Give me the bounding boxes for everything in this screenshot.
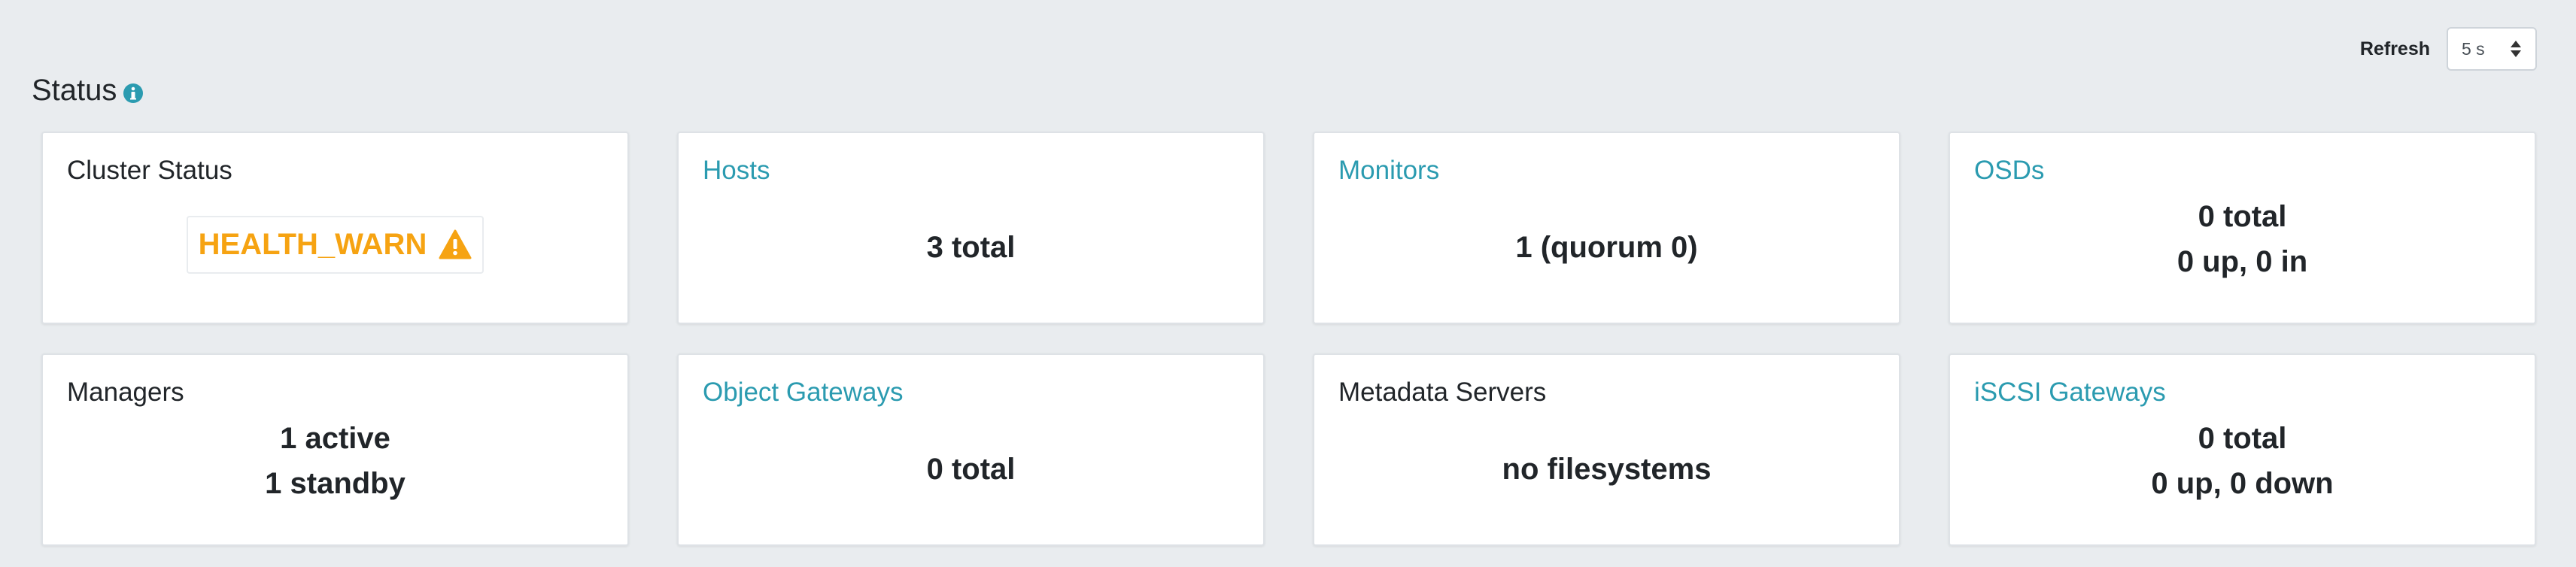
card-body: 3 total	[679, 202, 1263, 323]
card-body: HEALTH_WARN	[43, 202, 627, 323]
iscsi-gateways-up-down: 0 up, 0 down	[2151, 467, 2334, 500]
page-title: Status	[32, 74, 144, 108]
card-title-link[interactable]: Object Gateways	[703, 377, 904, 408]
osds-total: 0 total	[2198, 200, 2287, 233]
monitors-quorum: 1 (quorum 0)	[1515, 231, 1698, 264]
card-osds: OSDs 0 total 0 up, 0 in	[1949, 132, 2536, 324]
info-icon[interactable]	[123, 83, 144, 104]
card-body: 0 total 0 up, 0 down	[1950, 408, 2535, 544]
card-title: Metadata Servers	[1338, 377, 1547, 407]
card-iscsi-gateways: iSCSI Gateways 0 total 0 up, 0 down	[1949, 353, 2536, 546]
card-object-gateways: Object Gateways 0 total	[677, 353, 1265, 546]
health-status-text: HEALTH_WARN	[198, 227, 427, 261]
sort-arrows-icon	[2510, 39, 2522, 59]
refresh-label: Refresh	[2359, 38, 2430, 59]
card-title-link[interactable]: iSCSI Gateways	[1974, 377, 2166, 408]
card-title-link[interactable]: OSDs	[1974, 156, 2044, 186]
warning-icon	[439, 229, 472, 259]
refresh-interval-select[interactable]: 5 s	[2447, 27, 2537, 71]
card-title-link[interactable]: Monitors	[1338, 156, 1439, 186]
card-hosts: Hosts 3 total	[677, 132, 1265, 324]
card-body: 0 total	[679, 424, 1263, 544]
managers-standby: 1 standby	[265, 467, 406, 500]
status-cards-grid: Cluster Status HEALTH_WARN Hosts 3 total…	[41, 132, 2536, 546]
card-title: Cluster Status	[67, 156, 232, 185]
card-body: 1 active 1 standby	[43, 408, 627, 544]
card-body: 0 total 0 up, 0 in	[1950, 186, 2535, 323]
metadata-servers-status: no filesystems	[1502, 453, 1712, 486]
card-metadata-servers: Metadata Servers no filesystems	[1313, 353, 1900, 546]
managers-active: 1 active	[280, 422, 390, 455]
card-title-link[interactable]: Hosts	[703, 156, 770, 186]
card-title: Managers	[67, 377, 184, 407]
osds-up-in: 0 up, 0 in	[2177, 245, 2308, 278]
card-cluster-status: Cluster Status HEALTH_WARN	[41, 132, 629, 324]
refresh-control: Refresh 5 s	[2360, 27, 2537, 71]
card-body: no filesystems	[1314, 424, 1899, 544]
card-body: 1 (quorum 0)	[1314, 202, 1899, 323]
object-gateways-total: 0 total	[926, 453, 1016, 486]
card-managers: Managers 1 active 1 standby	[41, 353, 629, 546]
iscsi-gateways-total: 0 total	[2198, 422, 2287, 455]
page-title-text: Status	[32, 74, 117, 107]
health-status-badge[interactable]: HEALTH_WARN	[186, 215, 485, 274]
card-monitors: Monitors 1 (quorum 0)	[1313, 132, 1900, 324]
refresh-interval-value: 5 s	[2462, 38, 2485, 59]
hosts-total: 3 total	[926, 231, 1016, 264]
